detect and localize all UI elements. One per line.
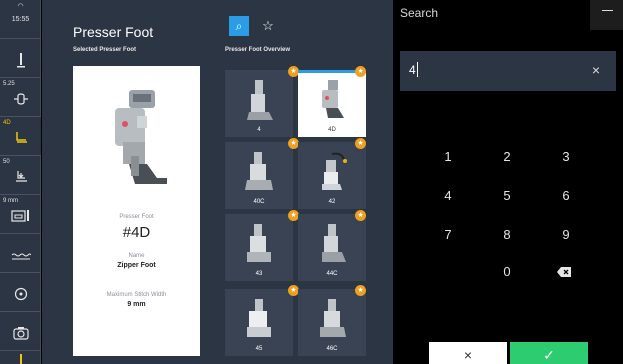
menu-button[interactable] (590, 0, 623, 30)
presser-foot-label: Presser Foot (119, 214, 154, 220)
name-value: Zipper Foot (117, 262, 156, 269)
key-3[interactable]: 3 (546, 147, 586, 167)
clear-icon[interactable]: × (592, 62, 600, 78)
left-sidebar: ◠ 15:55 5.25 4D 50 9 mm (0, 0, 41, 364)
foot-image (322, 80, 344, 118)
clock: 15:55 (11, 16, 30, 23)
foot-tile-label: 40C (253, 199, 265, 205)
foot-image (247, 80, 273, 120)
presser-foot-number: #4D (122, 224, 151, 241)
foot-tile-label: 45 (255, 346, 263, 352)
thread-icon (0, 353, 41, 364)
wifi-icon: ◠ (17, 3, 24, 10)
foot-image (322, 224, 346, 262)
target-icon (0, 287, 41, 304)
tab-favorites[interactable]: ☆ (258, 16, 278, 36)
sidebar-item-bobbin[interactable] (0, 234, 41, 273)
star-icon: ☆ (262, 18, 274, 33)
foot-image (245, 152, 273, 190)
status-area: ◠ 15:55 (0, 0, 41, 39)
sidebar-item-stitch-plate[interactable]: 9 mm (0, 195, 41, 234)
sidebar-item-needle[interactable] (0, 39, 41, 78)
foot-tile-46c[interactable]: 46C (298, 289, 366, 356)
zipper-foot-image (115, 90, 167, 184)
foot-tile-44c[interactable]: 44C (298, 214, 366, 281)
foot-tile-42[interactable]: 42 (298, 142, 366, 209)
foot-tile-4d[interactable]: 4D (298, 70, 366, 137)
stitch-length-value: 5.25 (3, 81, 15, 87)
foot-image (247, 299, 271, 337)
key-9[interactable]: 9 (546, 225, 586, 245)
page-title: Presser Foot (73, 24, 154, 40)
search-title: Search (400, 6, 439, 20)
search-panel: Search 4 × 1 2 3 4 5 6 7 8 9 0 × ✓ (393, 0, 623, 364)
favorite-star-icon[interactable]: ★ (355, 285, 366, 296)
presser-pressure-value: 50 (3, 159, 10, 165)
sidebar-item-presser-pressure[interactable]: 50 (0, 156, 41, 195)
foot-tile-label: 44C (326, 271, 338, 277)
foot-tile-45[interactable]: 45 (225, 289, 293, 356)
check-icon: ✓ (543, 347, 555, 363)
sidebar-item-position[interactable] (0, 273, 41, 312)
key-6[interactable]: 6 (546, 186, 586, 206)
foot-image (247, 224, 271, 262)
tab-search[interactable]: ⌕ (229, 16, 249, 36)
selected-foot-card: Presser Foot #4D Name Zipper Foot Maximu… (73, 66, 200, 356)
search-input-value: 4 (409, 63, 416, 77)
cancel-button[interactable]: × (429, 342, 507, 364)
text-cursor (417, 62, 418, 77)
key-2[interactable]: 2 (487, 147, 527, 167)
backspace-icon[interactable] (557, 267, 571, 277)
close-icon: × (463, 347, 473, 363)
sidebar-item-presser-foot[interactable]: 4D (0, 117, 41, 156)
foot-image (320, 299, 346, 337)
favorite-star-icon[interactable]: ★ (355, 210, 366, 221)
favorite-star-icon[interactable]: ★ (355, 66, 366, 77)
foot-tile-label: 43 (255, 271, 263, 277)
name-label: Name (128, 253, 145, 259)
selected-foot-heading: Selected Presser Foot (73, 47, 137, 53)
search-input[interactable]: 4 × (400, 51, 616, 91)
foot-tile-label: 4 (257, 127, 261, 133)
key-7[interactable]: 7 (428, 225, 468, 245)
camera-icon (0, 326, 41, 343)
foot-tile-43[interactable]: 43 (225, 214, 293, 281)
confirm-button[interactable]: ✓ (510, 342, 588, 364)
foot-tile-label: 42 (328, 199, 336, 205)
stitch-plate-value: 9 mm (3, 198, 18, 204)
foot-image (322, 152, 347, 190)
foot-tile-label: 46C (326, 346, 338, 352)
stitch-width-icon (0, 92, 41, 109)
foot-tile-4[interactable]: 4 (225, 70, 293, 137)
key-1[interactable]: 1 (428, 147, 468, 167)
key-4[interactable]: 4 (428, 186, 468, 206)
presser-foot-value: 4D (3, 120, 11, 126)
bobbin-thread-icon (0, 248, 41, 264)
foot-tile-40c[interactable]: 40C (225, 142, 293, 209)
presser-foot-icon (0, 131, 41, 148)
foot-tile-label: 4D (328, 127, 336, 133)
sidebar-item-camera[interactable] (0, 312, 41, 351)
key-5[interactable]: 5 (487, 186, 527, 206)
overview-heading: Presser Foot Overview (225, 47, 291, 53)
max-width-value: 9 mm (127, 301, 146, 308)
needle-icon (0, 53, 41, 72)
stitch-plate-icon (0, 209, 41, 226)
presser-foot-pressure-icon (0, 170, 41, 187)
app-root: ◠ 15:55 5.25 4D 50 9 mm Presser Foot Sel… (0, 0, 623, 364)
max-width-label: Maximum Stitch Width (106, 292, 167, 298)
sidebar-item-stitch-length[interactable]: 5.25 (0, 78, 41, 117)
search-icon: ⌕ (235, 19, 243, 33)
key-0[interactable]: 0 (487, 262, 527, 282)
sidebar-item-thread[interactable] (0, 351, 41, 364)
presser-foot-panel: Presser Foot Selected Presser Foot Press… (42, 0, 393, 364)
key-8[interactable]: 8 (487, 225, 527, 245)
menu-icon (602, 10, 613, 11)
favorite-star-icon[interactable]: ★ (355, 138, 366, 149)
